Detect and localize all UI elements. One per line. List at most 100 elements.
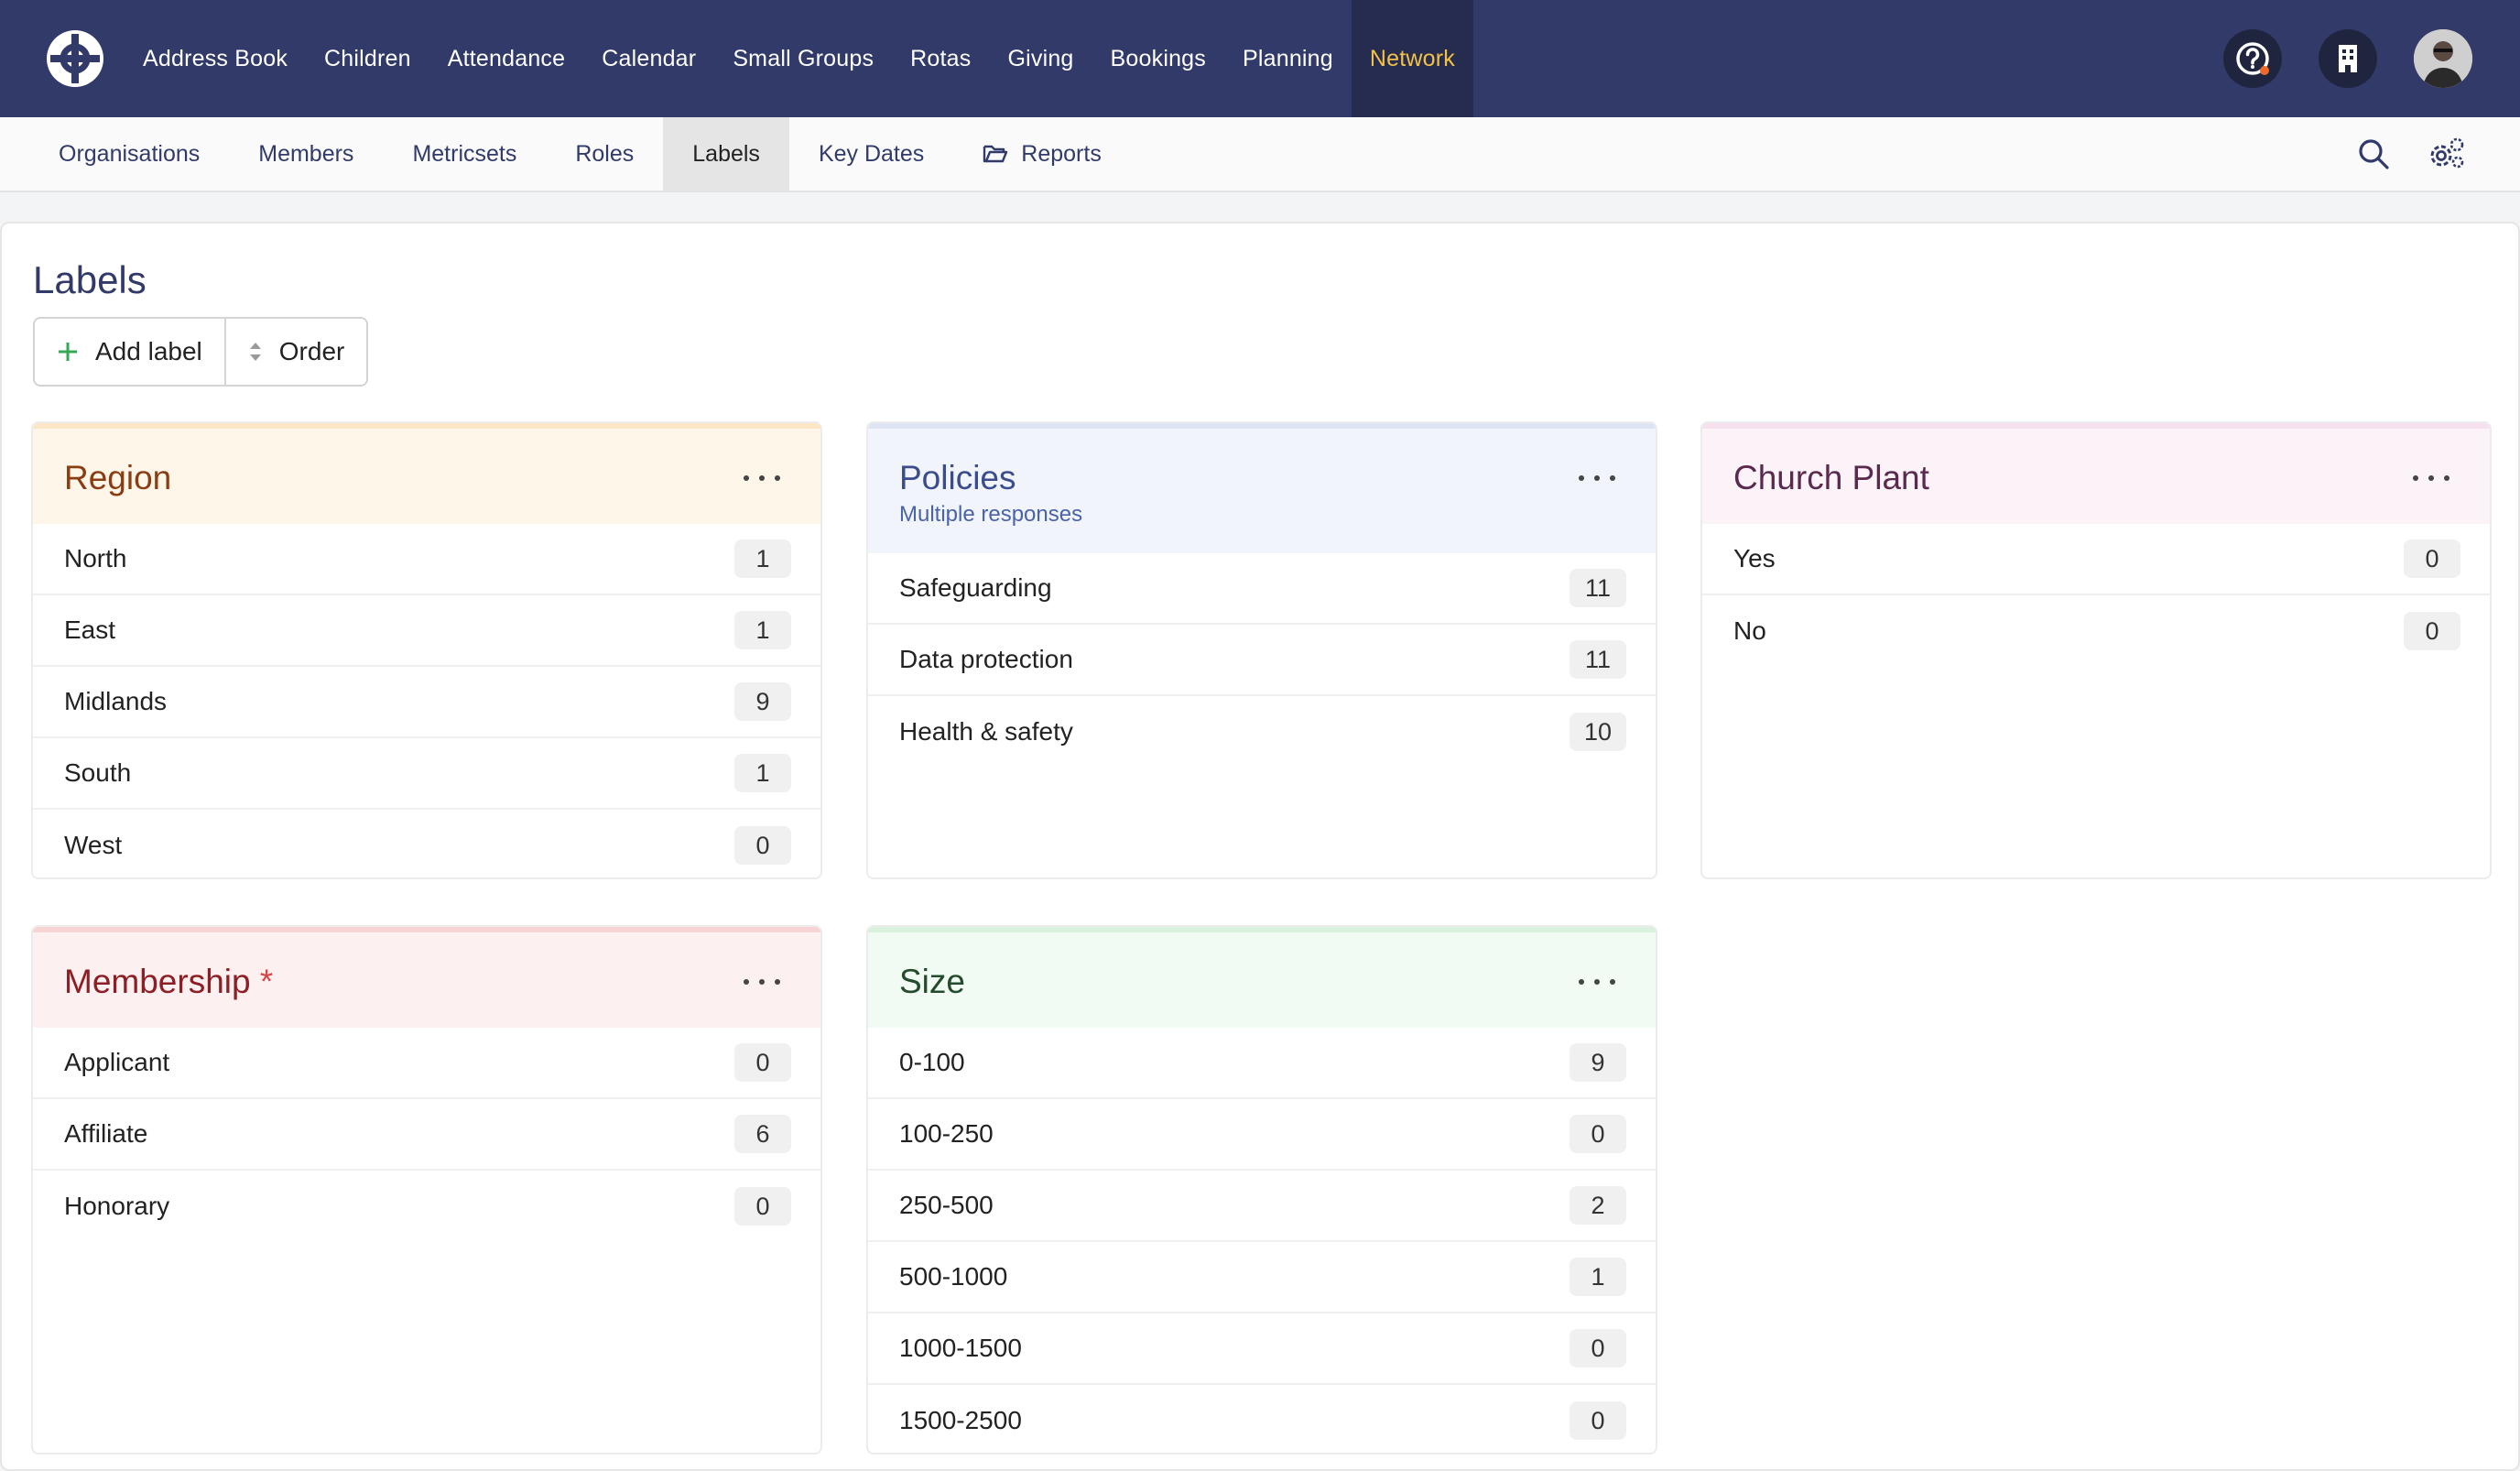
label-name: 250-500 [899, 1191, 994, 1219]
card-rows: 0-100 9 100-250 0 250-500 2 500-1000 1 1000-… [868, 1028, 1656, 1453]
label-name: 500-1000 [899, 1262, 1008, 1291]
nav-address-book[interactable]: Address Book [125, 0, 306, 117]
required-marker: * [259, 963, 274, 1000]
help-button[interactable] [2223, 29, 2282, 88]
label-name: South [64, 758, 132, 787]
label-name: West [64, 831, 123, 859]
tab-metricsets[interactable]: Metricsets [383, 117, 546, 191]
card-rows: Safeguarding 11 Data protection 11 Health … [868, 553, 1656, 768]
nav-rotas[interactable]: Rotas [892, 0, 989, 117]
card-title: Policies [899, 459, 1016, 496]
nav-small-groups[interactable]: Small Groups [714, 0, 892, 117]
label-row[interactable]: Safeguarding 11 [868, 553, 1656, 625]
search-button[interactable] [2353, 134, 2394, 174]
card-menu-button[interactable] [1579, 467, 1615, 489]
label-name: Applicant [64, 1048, 170, 1076]
label-name: 100-250 [899, 1119, 994, 1148]
label-count: 0 [734, 1187, 791, 1226]
label-count: 0 [1570, 1329, 1626, 1367]
tab-roles[interactable]: Roles [546, 117, 663, 191]
label-row[interactable]: Honorary 0 [33, 1171, 820, 1242]
tab-key-dates[interactable]: Key Dates [789, 117, 953, 191]
label-row[interactable]: East 1 [33, 595, 820, 667]
label-count: 9 [734, 682, 791, 721]
page-title: Labels [33, 258, 147, 301]
user-avatar[interactable] [2414, 29, 2472, 88]
label-card-policies: Policies Multiple responses Safeguarding… [866, 421, 1657, 879]
nav-planning[interactable]: Planning [1224, 0, 1352, 117]
label-count: 0 [1570, 1401, 1626, 1440]
label-name: 1000-1500 [899, 1334, 1022, 1362]
label-row[interactable]: No 0 [1702, 595, 2490, 667]
card-rows: North 1 East 1 Midlands 9 South 1 West 0 [33, 524, 820, 877]
tab-reports[interactable]: Reports [953, 117, 1131, 191]
nav-network[interactable]: Network [1351, 0, 1473, 117]
label-count: 1 [734, 539, 791, 578]
label-row[interactable]: Affiliate 6 [33, 1099, 820, 1171]
tab-labels[interactable]: Labels [663, 117, 789, 191]
label-name: East [64, 616, 116, 644]
label-name: Safeguarding [899, 573, 1052, 602]
card-menu-button[interactable] [1579, 971, 1615, 993]
card-header: Membership * [33, 927, 820, 1028]
label-row[interactable]: 1500-2500 0 [868, 1385, 1656, 1453]
label-name: Yes [1733, 544, 1776, 572]
label-row[interactable]: Yes 0 [1702, 524, 2490, 595]
label-name: No [1733, 616, 1766, 645]
nav-giving[interactable]: Giving [989, 0, 1092, 117]
card-header: Size [868, 927, 1656, 1028]
help-icon [2236, 42, 2269, 75]
search-icon [2359, 139, 2389, 169]
tab-organisations[interactable]: Organisations [29, 117, 229, 191]
nav-bookings[interactable]: Bookings [1092, 0, 1224, 117]
label-row[interactable]: 100-250 0 [868, 1099, 1656, 1171]
label-name: Data protection [899, 645, 1073, 673]
label-count: 2 [1570, 1186, 1626, 1225]
plus-icon [59, 343, 77, 361]
label-name: Affiliate [64, 1119, 148, 1148]
card-title: Region [64, 459, 172, 496]
label-name: 0-100 [899, 1048, 965, 1076]
organisation-button[interactable] [2319, 29, 2377, 88]
label-row[interactable]: 1000-1500 0 [868, 1313, 1656, 1385]
card-title-wrapper: Membership * [64, 932, 789, 1002]
label-row[interactable]: Applicant 0 [33, 1028, 820, 1099]
label-count: 11 [1570, 569, 1626, 607]
order-button[interactable]: Order [223, 319, 367, 385]
label-row[interactable]: Health & safety 10 [868, 696, 1656, 768]
label-card-church-plant: Church Plant Yes 0 No 0 [1700, 421, 2492, 879]
label-count: 0 [2404, 539, 2460, 578]
label-name: Honorary [64, 1192, 170, 1220]
settings-icon [2430, 137, 2464, 169]
card-subtitle: Multiple responses [899, 502, 1083, 527]
card-menu-button[interactable] [744, 971, 780, 993]
label-toolbar: Add label Order [33, 317, 369, 387]
nav-calendar[interactable]: Calendar [583, 0, 714, 117]
card-menu-button[interactable] [2413, 467, 2449, 489]
label-card-membership: Membership * Applicant 0 Affiliate 6 Honor… [31, 925, 822, 1455]
label-count: 6 [734, 1115, 791, 1153]
label-row[interactable]: Data protection 11 [868, 625, 1656, 696]
label-row[interactable]: 0-100 9 [868, 1028, 1656, 1099]
label-count: 1 [1570, 1258, 1626, 1296]
order-text: Order [278, 337, 345, 365]
add-label-button[interactable]: Add label [35, 319, 224, 385]
add-label-text: Add label [95, 337, 202, 365]
label-row[interactable]: 250-500 2 [868, 1171, 1656, 1242]
label-name: Midlands [64, 687, 168, 715]
top-navigation-bar: Address Book Children Attendance Calenda… [0, 0, 2520, 117]
card-title: Church Plant [1733, 459, 1929, 496]
label-row[interactable]: South 1 [33, 738, 820, 810]
label-name: North [64, 544, 127, 572]
settings-button[interactable] [2427, 134, 2467, 174]
label-row[interactable]: Midlands 9 [33, 667, 820, 738]
label-row[interactable]: 500-1000 1 [868, 1242, 1656, 1313]
tab-members[interactable]: Members [229, 117, 383, 191]
app-logo-icon[interactable] [44, 27, 106, 90]
nav-children[interactable]: Children [306, 0, 429, 117]
card-header: Policies Multiple responses [868, 423, 1656, 553]
label-row[interactable]: North 1 [33, 524, 820, 595]
card-menu-button[interactable] [744, 467, 780, 489]
label-row[interactable]: West 0 [33, 810, 820, 877]
nav-attendance[interactable]: Attendance [429, 0, 584, 117]
